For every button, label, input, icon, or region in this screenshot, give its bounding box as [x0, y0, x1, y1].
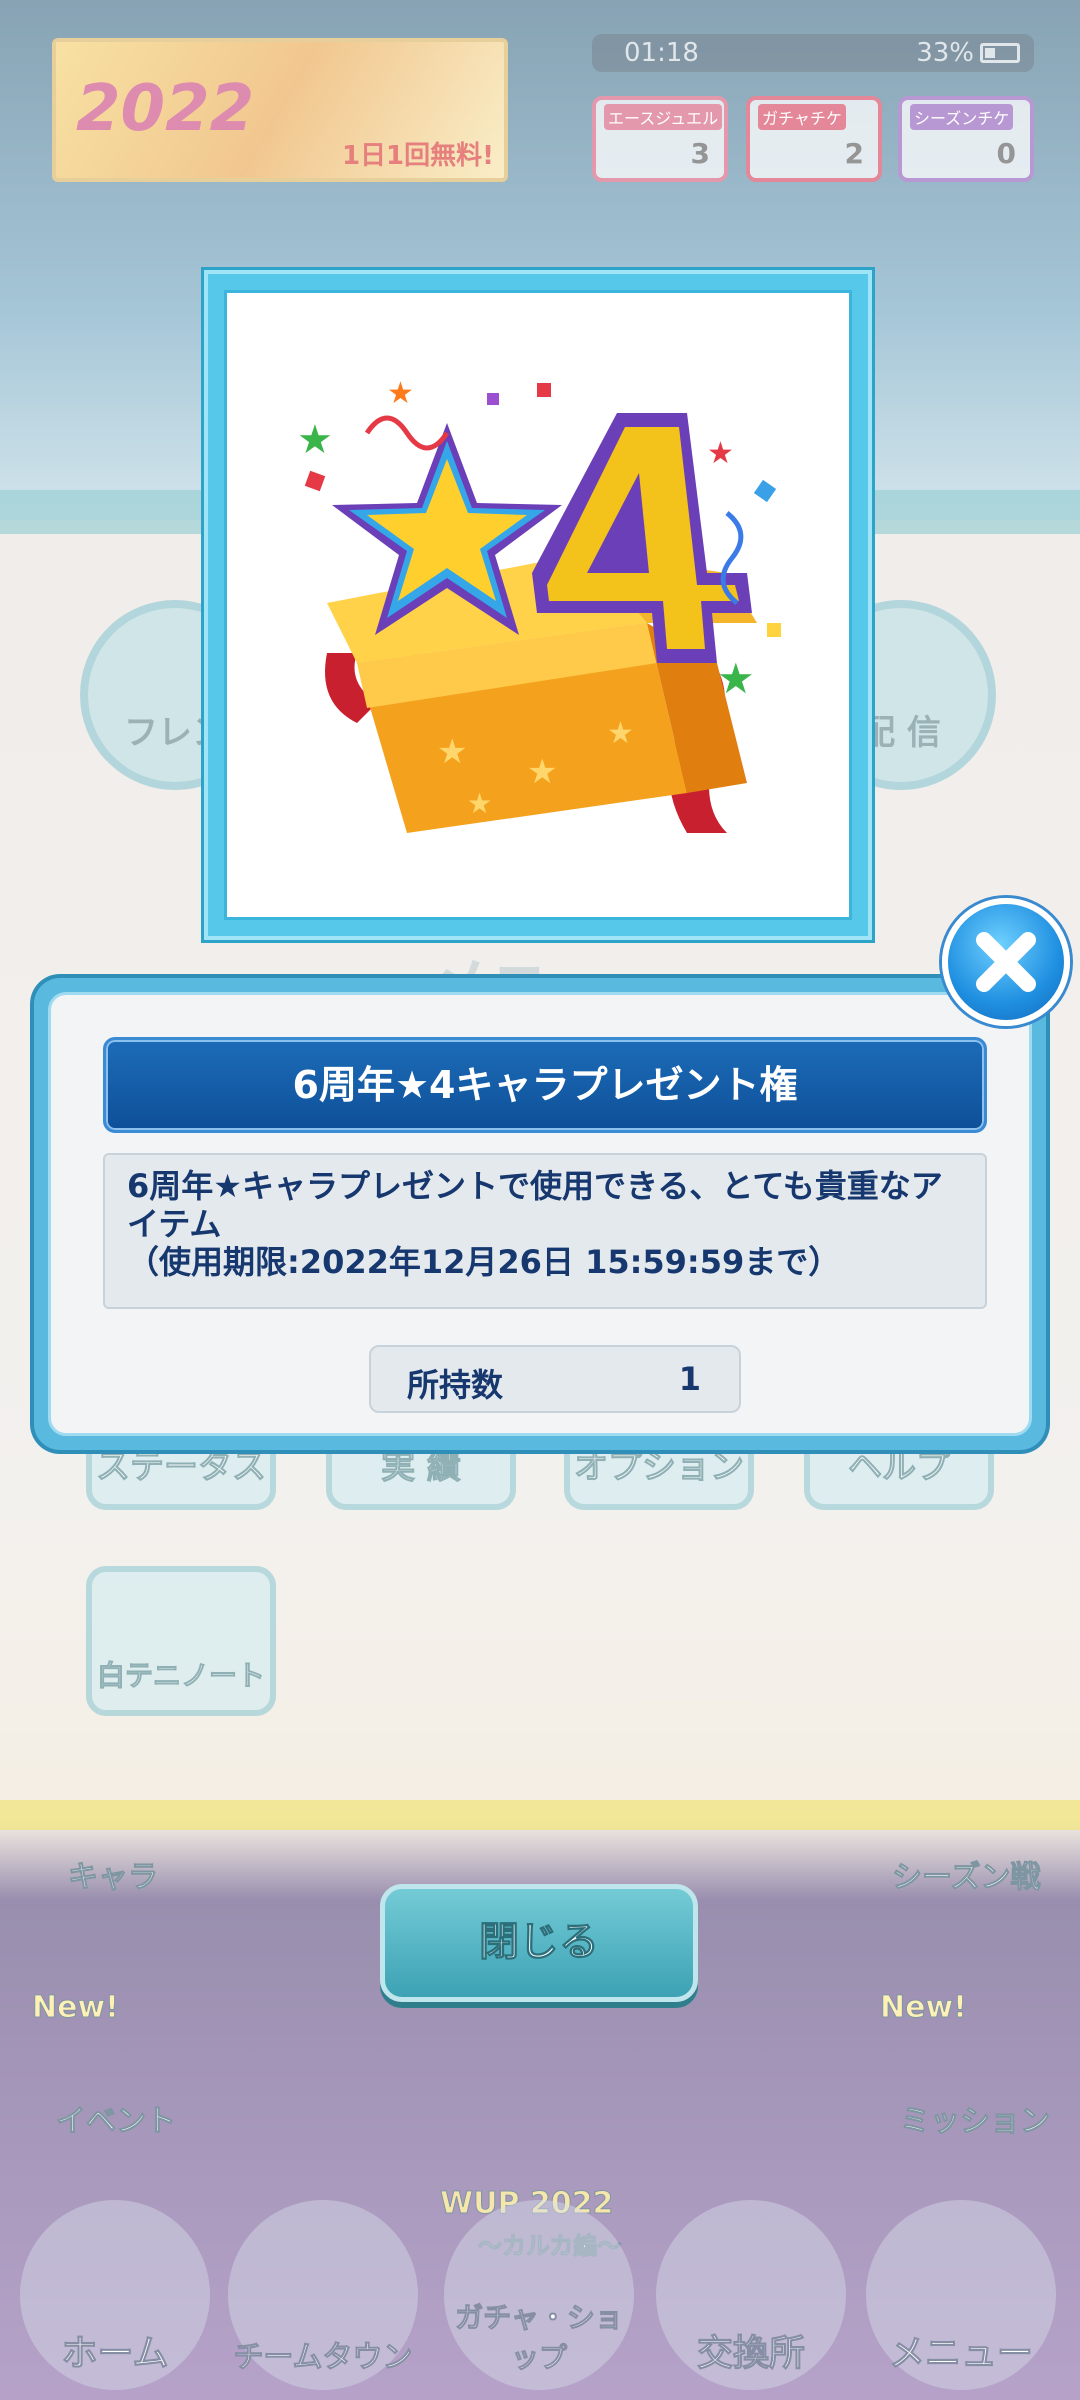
item-title-bar: 6周年★4キャラプレゼント権	[103, 1037, 987, 1133]
svg-text:★: ★	[297, 417, 333, 463]
svg-text:★: ★	[717, 654, 755, 703]
close-icon[interactable]	[942, 898, 1070, 1026]
item-image-frame: ★ ★ ★ ★ ★ ★ ★ ★	[224, 290, 852, 920]
svg-text:★: ★	[607, 716, 634, 751]
close-button[interactable]: 閉じる	[380, 1884, 698, 2002]
svg-text:★: ★	[387, 376, 414, 411]
dialog-body: 6周年★4キャラプレゼント権 6周年★キャラプレゼントで使用できる、とても貴重な…	[48, 992, 1032, 1436]
item-title: 6周年★4キャラプレゼント権	[292, 1063, 798, 1107]
close-x-icon	[976, 932, 1036, 992]
item-description-box: 6周年★キャラプレゼントで使用できる、とても貴重なアイテム （使用期限:2022…	[103, 1153, 987, 1309]
svg-text:★: ★	[527, 752, 557, 792]
svg-text:★: ★	[437, 732, 467, 772]
svg-text:★: ★	[467, 787, 492, 820]
item-image-panel: ★ ★ ★ ★ ★ ★ ★ ★	[204, 270, 872, 940]
svg-text:★: ★	[707, 436, 734, 471]
close-button-label: 閉じる	[479, 1919, 600, 1966]
item-description: 6周年★キャラプレゼントで使用できる、とても貴重なアイテム （使用期限:2022…	[127, 1167, 943, 1281]
owned-count-label: 所持数	[407, 1366, 504, 1404]
present-box-star4-icon: ★ ★ ★ ★ ★ ★ ★ ★	[297, 376, 781, 833]
owned-count-box: 所持数 1	[369, 1345, 741, 1413]
item-detail-dialog: 6周年★4キャラプレゼント権 6周年★キャラプレゼントで使用できる、とても貴重な…	[34, 978, 1046, 1450]
owned-count-value: 1	[678, 1360, 701, 1398]
